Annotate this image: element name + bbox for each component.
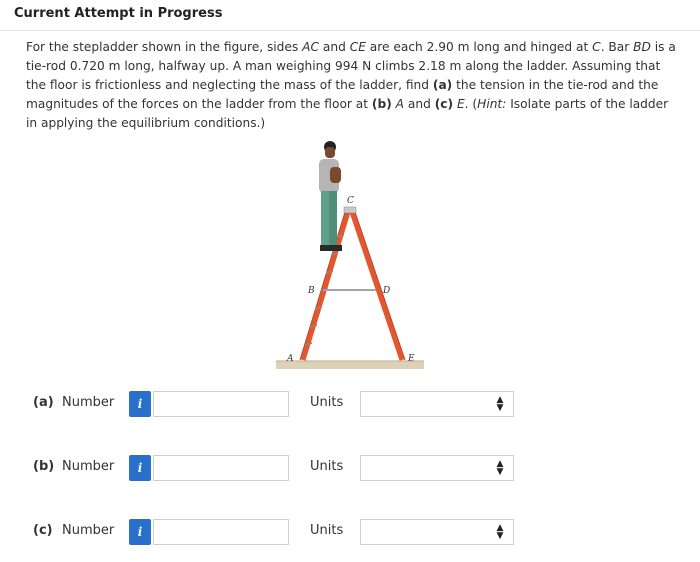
answer-row-a: (a) Number i Units ▲ ▼	[0, 388, 700, 422]
info-icon[interactable]: i	[129, 519, 151, 545]
number-input-c[interactable]	[153, 519, 289, 545]
ladder-side-ce-edge	[354, 211, 406, 361]
number-label: Number	[62, 395, 115, 410]
number-label: Number	[62, 523, 115, 538]
number-input-b[interactable]	[153, 455, 289, 481]
man-arm	[330, 167, 341, 183]
header: Current Attempt in Progress	[0, 0, 700, 31]
floor	[276, 361, 424, 369]
up-down-chevron-icon: ▲ ▼	[496, 395, 504, 413]
page-title: Current Attempt in Progress	[14, 6, 223, 21]
label-e: E	[407, 354, 415, 364]
info-icon[interactable]: i	[129, 455, 151, 481]
number-input-a[interactable]	[153, 391, 289, 417]
question-text: For the stepladder shown in the figure, …	[26, 40, 676, 130]
units-select-a[interactable]: ▲ ▼	[360, 391, 514, 417]
info-icon[interactable]: i	[129, 391, 151, 417]
label-c: C	[347, 196, 354, 206]
label-d: D	[382, 286, 390, 296]
man-pants-left	[321, 191, 329, 247]
man-head	[325, 147, 335, 158]
ladder-top	[343, 206, 357, 214]
units-label: Units	[310, 523, 344, 538]
up-down-chevron-icon: ▲ ▼	[496, 459, 504, 477]
part-label: (b)	[33, 459, 55, 474]
answer-row-b: (b) Number i Units ▲ ▼	[0, 452, 700, 486]
number-label: Number	[62, 459, 115, 474]
units-label: Units	[310, 459, 344, 474]
units-select-c[interactable]: ▲ ▼	[360, 519, 514, 545]
stepladder-figure: A B C D E	[276, 141, 424, 369]
answer-row-c: (c) Number i Units ▲ ▼	[0, 516, 700, 550]
part-label: (c)	[33, 523, 53, 538]
units-select-b[interactable]: ▲ ▼	[360, 455, 514, 481]
ladder-side-ce	[349, 211, 405, 361]
up-down-chevron-icon: ▲ ▼	[496, 523, 504, 541]
man-shoe	[320, 245, 342, 251]
label-a: A	[286, 354, 294, 364]
label-b: B	[307, 286, 315, 296]
man-pants-right	[329, 191, 337, 247]
units-label: Units	[310, 395, 344, 410]
part-label: (a)	[33, 395, 54, 410]
